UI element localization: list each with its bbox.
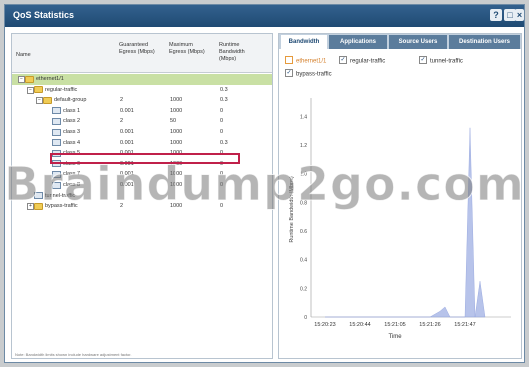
row-maximum: 1000 <box>170 139 183 146</box>
row-name: class 1 <box>63 107 81 114</box>
row-maximum: 1000 <box>170 129 183 135</box>
x-tick-label: 15:21:05 <box>384 322 405 328</box>
row-name: class 2 <box>63 118 81 125</box>
y-tick-label: 0.2 <box>300 286 307 292</box>
row-runtime: 0.3 <box>220 97 228 104</box>
table-row[interactable]: class 4 0.001 1000 0.3 <box>12 138 272 149</box>
row-name: default-group <box>54 97 87 104</box>
column-runtime-bandwidth[interactable]: Runtime Bandwidth (Mbps) <box>219 42 263 63</box>
x-tick-label: 15:20:23 <box>314 322 335 328</box>
column-guaranteed-egress[interactable]: Guaranteed Egress (Mbps) <box>119 42 157 56</box>
class-node-icon <box>52 128 61 136</box>
collapse-icon[interactable]: − <box>27 86 34 94</box>
table-row[interactable]: − ethernet1/1 <box>12 74 272 85</box>
row-runtime: 0.3 <box>220 86 228 93</box>
collapse-icon[interactable]: − <box>18 76 25 83</box>
row-maximum: 1000 <box>170 107 183 114</box>
row-name: class 3 <box>63 129 81 135</box>
table-row[interactable]: class 2 2 50 0 <box>12 116 272 127</box>
row-runtime: 0.3 <box>220 139 228 146</box>
row-guaranteed: 0.001 <box>120 107 134 114</box>
table-row[interactable]: − default-group 2 1000 0.3 <box>12 95 272 106</box>
title-bar: QoS Statistics ? □ × <box>5 5 524 27</box>
table-row[interactable]: − regular-traffic 0.3 <box>12 85 272 96</box>
table-row[interactable]: class 1 0.001 1000 0 <box>12 106 272 117</box>
column-maximum-egress[interactable]: Maximum Egress (Mbps) <box>169 42 207 56</box>
row-guaranteed: 2 <box>120 118 124 125</box>
y-tick-label: 1.2 <box>300 143 307 149</box>
collapse-icon[interactable]: − <box>36 97 43 105</box>
table-row[interactable]: class 3 0.001 1000 0 <box>12 127 272 138</box>
row-name: regular-traffic <box>45 86 78 93</box>
folder-icon <box>25 75 34 83</box>
row-maximum: 50 <box>170 118 177 125</box>
x-axis-label: Time <box>388 334 402 340</box>
x-tick-label: 15:20:44 <box>349 322 370 328</box>
class-node-icon <box>52 139 61 147</box>
close-icon[interactable]: × <box>515 9 524 21</box>
footnote: Note: Bandwidth limits shown include har… <box>15 352 132 357</box>
x-tick-label: 15:21:47 <box>454 322 475 328</box>
window-title: QoS Statistics <box>13 10 75 20</box>
row-maximum: 1000 <box>170 97 183 104</box>
row-guaranteed: 0.001 <box>120 129 134 135</box>
y-tick-label: 1.4 <box>300 114 307 120</box>
row-guaranteed: 2 <box>120 97 124 104</box>
watermark: Braindump2go.com <box>4 157 525 212</box>
x-tick-label: 15:21:26 <box>419 322 440 328</box>
class-node-icon <box>52 107 61 115</box>
folder-icon <box>43 96 52 104</box>
row-guaranteed: 0.001 <box>120 139 134 146</box>
table-header: Name Guaranteed Egress (Mbps) Maximum Eg… <box>12 34 272 73</box>
y-tick-label: 0.4 <box>300 258 307 264</box>
row-runtime: 0 <box>220 129 224 135</box>
row-runtime: 0 <box>220 107 224 114</box>
column-name[interactable]: Name <box>16 52 31 59</box>
y-tick-label: 0.6 <box>300 229 307 235</box>
row-name: ethernet1/1 <box>36 76 64 82</box>
class-node-icon <box>52 117 61 125</box>
row-name: class 4 <box>63 139 81 146</box>
row-runtime: 0 <box>220 118 224 125</box>
y-tick-label: 0 <box>304 315 307 321</box>
folder-icon <box>34 86 43 94</box>
help-icon[interactable]: ? <box>490 9 502 21</box>
